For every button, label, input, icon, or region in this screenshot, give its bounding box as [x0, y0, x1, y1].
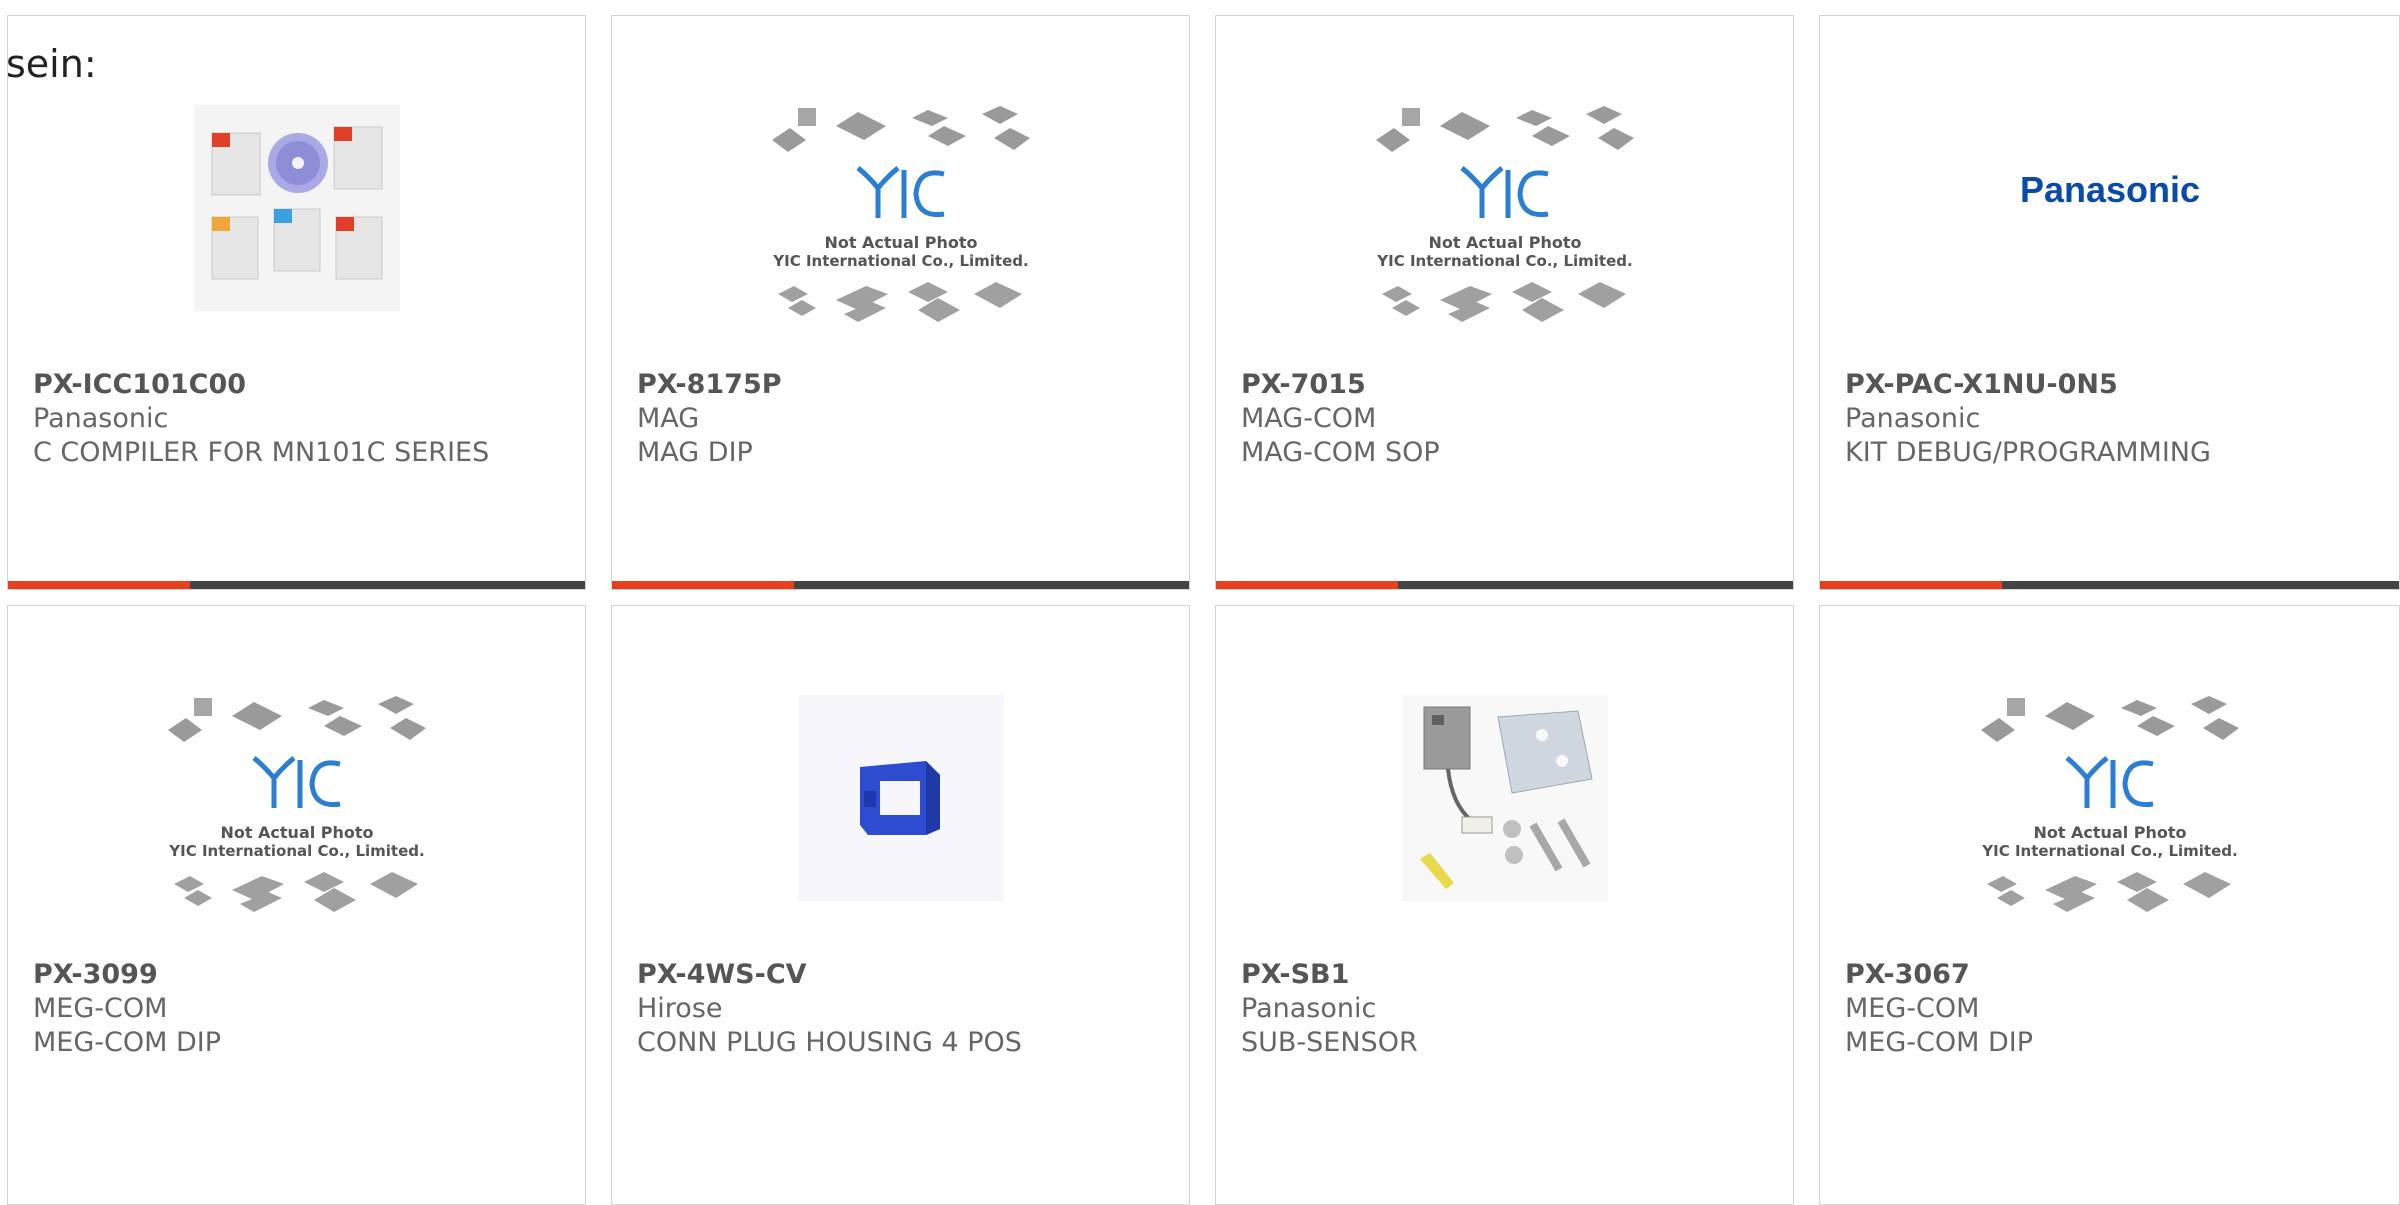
card-accent-bar: [1820, 581, 2399, 589]
product-image[interactable]: [768, 678, 1034, 918]
manufacturer: MAG: [637, 403, 700, 434]
product-card[interactable]: Not Actual Photo YIC International Co., …: [1215, 15, 1794, 590]
sensor-kit-icon: [1401, 695, 1608, 901]
connector-housing-icon: [797, 695, 1004, 901]
part-number[interactable]: PX-7015: [1241, 368, 1773, 402]
card-accent-bar: [1216, 581, 1793, 589]
description: KIT DEBUG/PROGRAMMING: [1845, 437, 2211, 468]
part-number[interactable]: PX-PAC-X1NU-0N5: [1845, 368, 2379, 402]
yic-placeholder-image: Not Actual Photo YIC International Co., …: [771, 106, 1030, 322]
manufacturer: Hirose: [637, 993, 723, 1024]
placeholder-caption-2: YIC International Co., Limited.: [1376, 252, 1632, 270]
placeholder-caption-2: YIC International Co., Limited.: [1981, 842, 2237, 860]
product-image[interactable]: [164, 88, 430, 328]
placeholder-caption-1: Not Actual Photo: [220, 823, 373, 842]
card-accent-bar: [612, 581, 1189, 589]
manufacturer: MAG-COM: [1241, 403, 1377, 434]
placeholder-caption-1: Not Actual Photo: [1428, 233, 1581, 252]
manufacturer: MEG-COM: [1845, 993, 1980, 1024]
description: SUB-SENSOR: [1241, 1027, 1418, 1058]
description: MAG DIP: [637, 437, 753, 468]
product-card[interactable]: Panasonic PX-PAC-X1NU-0N5 Panasonic KIT …: [1819, 15, 2400, 590]
product-image[interactable]: Not Actual Photo YIC International Co., …: [164, 678, 430, 918]
description: CONN PLUG HOUSING 4 POS: [637, 1027, 1022, 1058]
part-number[interactable]: PX-4WS-CV: [637, 958, 1169, 992]
panasonic-logo-text: Panasonic: [2019, 169, 2199, 210]
manufacturer: Panasonic: [33, 403, 169, 434]
placeholder-caption-2: YIC International Co., Limited.: [168, 842, 424, 860]
manufacturer: Panasonic: [1241, 993, 1377, 1024]
placeholder-caption-1: Not Actual Photo: [824, 233, 977, 252]
product-card[interactable]: Not Actual Photo YIC International Co., …: [7, 605, 586, 1205]
part-number[interactable]: PX-ICC101C00: [33, 368, 565, 402]
placeholder-caption-1: Not Actual Photo: [2033, 823, 2186, 842]
placeholder-caption-2: YIC International Co., Limited.: [772, 252, 1028, 270]
product-card[interactable]: Not Actual Photo YIC International Co., …: [611, 15, 1190, 590]
product-image[interactable]: Not Actual Photo YIC International Co., …: [1977, 678, 2243, 918]
part-number[interactable]: PX-3067: [1845, 958, 2379, 992]
product-card[interactable]: PX-SB1 Panasonic SUB-SENSOR: [1215, 605, 1794, 1205]
description: MAG-COM SOP: [1241, 437, 1440, 468]
manuals-cd-icon: [193, 105, 400, 311]
product-card[interactable]: PX-ICC101C00 Panasonic C COMPILER FOR MN…: [7, 15, 586, 590]
panasonic-logo: Panasonic: [2019, 169, 2199, 210]
manufacturer: Panasonic: [1845, 403, 1981, 434]
product-card[interactable]: PX-4WS-CV Hirose CONN PLUG HOUSING 4 POS: [611, 605, 1190, 1205]
product-image[interactable]: [1372, 678, 1638, 918]
yic-placeholder-image: Not Actual Photo YIC International Co., …: [167, 696, 426, 912]
product-image[interactable]: Not Actual Photo YIC International Co., …: [768, 88, 1034, 328]
description: C COMPILER FOR MN101C SERIES: [33, 437, 490, 468]
yic-placeholder-image: Not Actual Photo YIC International Co., …: [1375, 106, 1634, 322]
part-number[interactable]: PX-3099: [33, 958, 565, 992]
manufacturer: MEG-COM: [33, 993, 168, 1024]
product-image[interactable]: Panasonic: [1977, 88, 2243, 328]
part-number[interactable]: PX-8175P: [637, 368, 1169, 402]
card-accent-bar: [8, 581, 585, 589]
part-number[interactable]: PX-SB1: [1241, 958, 1773, 992]
description: MEG-COM DIP: [1845, 1027, 2034, 1058]
page-text-fragment: sein:: [6, 42, 97, 86]
product-card[interactable]: Not Actual Photo YIC International Co., …: [1819, 605, 2400, 1205]
description: MEG-COM DIP: [33, 1027, 222, 1058]
product-image[interactable]: Not Actual Photo YIC International Co., …: [1372, 88, 1638, 328]
yic-placeholder-image: Not Actual Photo YIC International Co., …: [1980, 696, 2239, 912]
